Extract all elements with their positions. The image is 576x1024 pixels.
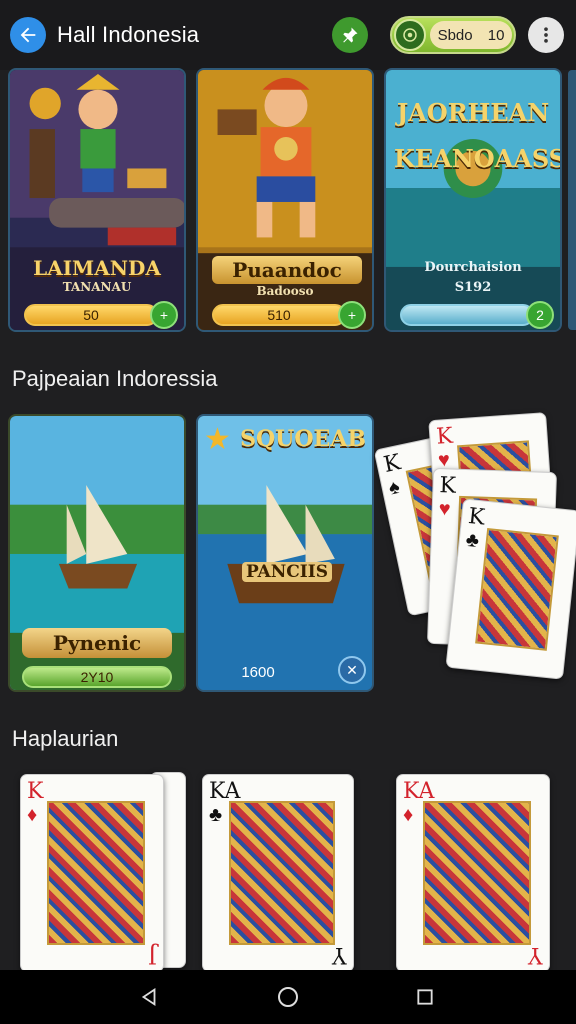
game-card-action-button[interactable]: + [150, 301, 178, 329]
game-card-name: Puaandoc [212, 256, 362, 284]
card-face [47, 801, 145, 945]
back-triangle-icon [141, 987, 156, 1007]
top-bar: Hall Indonesia Sbdo 10 [0, 0, 576, 70]
game-card-subtitle: Badooso [256, 284, 314, 298]
card-suit: ♣ [464, 528, 481, 553]
game-card-pill [400, 304, 534, 326]
game-card-keanoaass[interactable]: JAORHEAN KEANOAASS Dourchaision S192 2 [384, 68, 562, 332]
game-card-laimanda[interactable]: LAIMANDA TANANAU 50 + [8, 68, 186, 332]
ship-banner: PANCIIS [242, 562, 332, 582]
game-card-pill: 510 [212, 304, 346, 326]
card-rank-bottom: J [148, 942, 157, 967]
balance-badge[interactable]: Sbdo 10 [390, 16, 516, 54]
page-title: Hall Indonesia [57, 22, 200, 47]
game-card-name: Dourchaision [424, 260, 522, 275]
game-card-pill: 50 [24, 304, 158, 326]
back-arrow-icon [20, 27, 36, 43]
card-rank: KA [209, 779, 241, 804]
balance-label: Sbdo [437, 26, 473, 44]
system-nav-bar [0, 970, 576, 1024]
app-root: Hall Indonesia Sbdo 10 LAIMANDA TANANAU … [0, 0, 576, 1024]
balance-display: Sbdo 10 [430, 21, 512, 49]
playing-card: KA ♦ Y [396, 774, 550, 972]
card-group[interactable]: K ♦ J KA ♣ Y KA ♦ Y [0, 770, 576, 972]
balance-value: 10 [487, 26, 505, 44]
card-face [229, 801, 335, 945]
card-suit: ♥ [438, 498, 451, 521]
card-suit: ♦ [403, 804, 414, 826]
more-button[interactable] [528, 17, 564, 53]
game-card-action-button[interactable]: 2 [526, 301, 554, 329]
card-suit: ♣ [209, 804, 223, 826]
game-card-subtitle: S192 [454, 280, 492, 295]
card-rank: K [467, 504, 486, 531]
game-card-pynenic[interactable]: Pynenic 2Y10 [8, 414, 186, 692]
card-rank-bottom: Y [332, 942, 347, 967]
nav-home-button[interactable] [275, 984, 301, 1010]
home-circle-icon [278, 987, 298, 1007]
card-fan[interactable]: K ♠ K ♥ K ♥ K ♣ [373, 406, 576, 692]
card-rank: K [381, 450, 403, 479]
game-card-title-art: JAORHEAN KEANOAASS [394, 98, 562, 173]
card-face [423, 801, 531, 945]
next-card-edge [568, 70, 576, 330]
pin-icon [343, 27, 358, 43]
coin-icon [394, 19, 426, 51]
card-rank: K [439, 473, 457, 499]
section-title: Haplaurian [12, 726, 119, 751]
nav-back-button[interactable] [136, 984, 162, 1010]
card-face [475, 527, 559, 651]
nav-recents-button[interactable] [412, 984, 438, 1010]
card-suit: ♠ [386, 475, 402, 500]
card-rank: K [27, 779, 44, 804]
game-card-name: LAIMANDA [33, 256, 161, 280]
game-card-value: 1600 [241, 664, 275, 681]
game-card-action-button[interactable]: + [338, 301, 366, 329]
more-vertical-icon [544, 27, 548, 43]
back-button[interactable] [10, 17, 46, 53]
card-rank: K [435, 423, 454, 450]
card-suit: ♦ [27, 804, 38, 826]
game-card-subtitle: TANANAU [62, 280, 132, 294]
game-card-squoeab[interactable]: ★ SQUOEAB PANCIIS 1600 ✕ [196, 414, 374, 692]
card-rank: KA [403, 779, 435, 804]
recent-square-icon [417, 989, 433, 1005]
section-title: Pajpeaian Indoressia [12, 366, 218, 391]
game-art [198, 416, 372, 690]
pin-button[interactable] [332, 17, 368, 53]
game-card-puaandoc[interactable]: Puaandoc Badooso 510 + [196, 68, 374, 332]
game-card-pill: 2Y10 [22, 666, 172, 688]
playing-card: KA ♣ Y [202, 774, 354, 972]
game-card-action-button[interactable]: ✕ [338, 656, 366, 684]
card-rank-bottom: Y [528, 942, 543, 967]
game-card-name: Pynenic [22, 628, 172, 658]
game-card-title-art: SQUOEAB [240, 426, 366, 452]
playing-card: K ♣ [445, 498, 576, 680]
playing-card: K ♦ J [20, 774, 164, 972]
